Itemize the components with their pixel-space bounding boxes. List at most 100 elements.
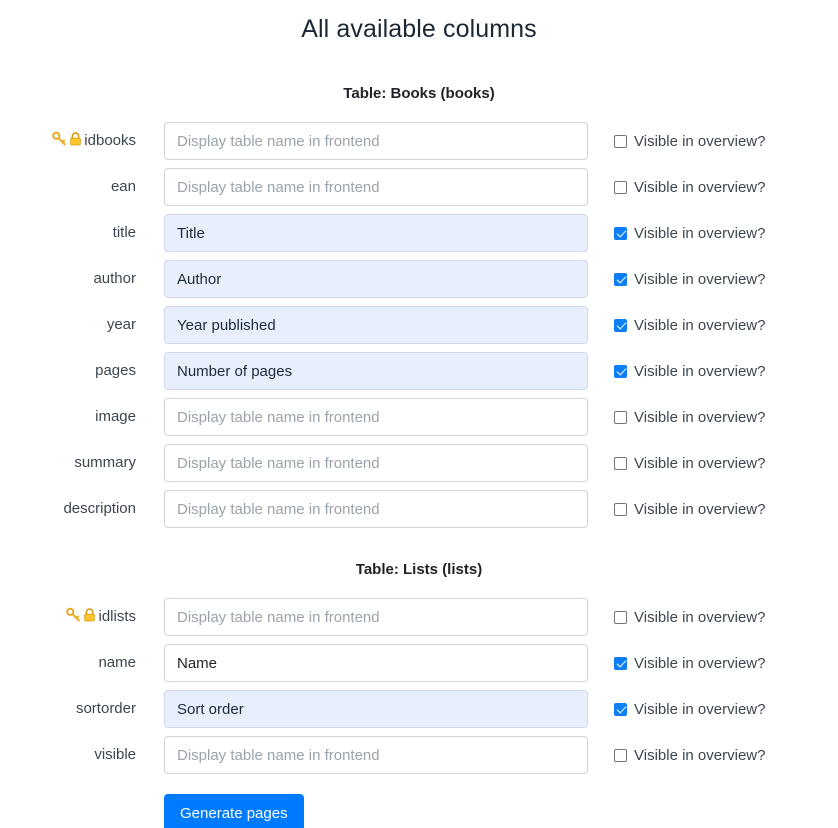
visible-checkbox[interactable] (614, 319, 627, 332)
column-row: pages Visible in overview? (0, 348, 838, 394)
column-name-text: ean (111, 178, 136, 196)
key-icon (65, 606, 82, 628)
column-name-text: description (63, 500, 136, 518)
display-name-field-wrapper (142, 398, 588, 436)
display-name-input-image[interactable] (164, 398, 588, 436)
visible-checkbox[interactable] (614, 657, 627, 670)
visible-in-overview-toggle-year[interactable]: Visible in overview? (588, 317, 838, 334)
display-name-input-year[interactable] (164, 306, 588, 344)
all-available-columns-page: All available columns Table: Books (book… (0, 0, 838, 828)
column-row: author Visible in overview? (0, 256, 838, 302)
display-name-input-visible[interactable] (164, 736, 588, 774)
visible-checkbox-label: Visible in overview? (634, 747, 765, 764)
visible-checkbox-label: Visible in overview? (634, 363, 765, 380)
column-label-image: image (0, 408, 142, 426)
column-label-author: author (0, 270, 142, 288)
visible-checkbox[interactable] (614, 227, 627, 240)
column-label-ean: ean (0, 178, 142, 196)
column-row: idbooks Visible in overview? (0, 118, 838, 164)
display-name-field-wrapper (142, 352, 588, 390)
column-name-text: visible (94, 746, 136, 764)
column-label-idbooks: idbooks (0, 130, 142, 152)
primary-key-icons (51, 130, 83, 152)
display-name-field-wrapper (142, 490, 588, 528)
display-name-input-summary[interactable] (164, 444, 588, 482)
visible-checkbox[interactable] (614, 411, 627, 424)
lock-icon (68, 131, 83, 152)
display-name-input-ean[interactable] (164, 168, 588, 206)
visible-checkbox-label: Visible in overview? (634, 609, 765, 626)
visible-checkbox-label: Visible in overview? (634, 455, 765, 472)
visible-in-overview-toggle-title[interactable]: Visible in overview? (588, 225, 838, 242)
table-heading-lists: Table: Lists (lists) (0, 560, 838, 580)
display-name-input-idbooks[interactable] (164, 122, 588, 160)
visible-checkbox[interactable] (614, 365, 627, 378)
column-name-text: title (113, 224, 136, 242)
display-name-field-wrapper (142, 644, 588, 682)
column-row: name Visible in overview? (0, 640, 838, 686)
visible-in-overview-toggle-idlists[interactable]: Visible in overview? (588, 609, 838, 626)
column-row: idlists Visible in overview? (0, 594, 838, 640)
column-label-description: description (0, 500, 142, 518)
visible-in-overview-toggle-description[interactable]: Visible in overview? (588, 501, 838, 518)
page-title: All available columns (0, 12, 838, 46)
display-name-field-wrapper (142, 736, 588, 774)
column-label-pages: pages (0, 362, 142, 380)
column-name-text: summary (74, 454, 136, 472)
column-label-summary: summary (0, 454, 142, 472)
visible-checkbox[interactable] (614, 457, 627, 470)
visible-checkbox-label: Visible in overview? (634, 179, 765, 196)
display-name-input-title[interactable] (164, 214, 588, 252)
visible-checkbox[interactable] (614, 503, 627, 516)
visible-in-overview-toggle-sortorder[interactable]: Visible in overview? (588, 701, 838, 718)
key-icon (51, 130, 68, 152)
display-name-field-wrapper (142, 260, 588, 298)
column-label-title: title (0, 224, 142, 242)
display-name-input-sortorder[interactable] (164, 690, 588, 728)
column-rows-books: idbooks Visible in overview? ean Visible in… (0, 118, 838, 532)
display-name-input-idlists[interactable] (164, 598, 588, 636)
visible-in-overview-toggle-image[interactable]: Visible in overview? (588, 409, 838, 426)
generate-pages-button[interactable]: Generate pages (164, 794, 304, 828)
column-name-text: idlists (98, 608, 136, 626)
primary-key-icons (65, 606, 97, 628)
table-heading-books: Table: Books (books) (0, 84, 838, 104)
column-row: visible Visible in overview? (0, 732, 838, 778)
visible-checkbox-label: Visible in overview? (634, 225, 765, 242)
visible-checkbox-label: Visible in overview? (634, 655, 765, 672)
column-row: image Visible in overview? (0, 394, 838, 440)
visible-checkbox-label: Visible in overview? (634, 701, 765, 718)
column-label-name: name (0, 654, 142, 672)
display-name-field-wrapper (142, 214, 588, 252)
display-name-input-description[interactable] (164, 490, 588, 528)
visible-checkbox[interactable] (614, 135, 627, 148)
column-name-text: pages (95, 362, 136, 380)
visible-checkbox[interactable] (614, 273, 627, 286)
visible-checkbox[interactable] (614, 611, 627, 624)
column-row: sortorder Visible in overview? (0, 686, 838, 732)
visible-checkbox-label: Visible in overview? (634, 409, 765, 426)
visible-in-overview-toggle-visible[interactable]: Visible in overview? (588, 747, 838, 764)
display-name-input-pages[interactable] (164, 352, 588, 390)
visible-in-overview-toggle-name[interactable]: Visible in overview? (588, 655, 838, 672)
display-name-input-author[interactable] (164, 260, 588, 298)
display-name-field-wrapper (142, 690, 588, 728)
visible-in-overview-toggle-author[interactable]: Visible in overview? (588, 271, 838, 288)
visible-in-overview-toggle-summary[interactable]: Visible in overview? (588, 455, 838, 472)
visible-in-overview-toggle-ean[interactable]: Visible in overview? (588, 179, 838, 196)
visible-in-overview-toggle-pages[interactable]: Visible in overview? (588, 363, 838, 380)
column-row: summary Visible in overview? (0, 440, 838, 486)
display-name-input-name[interactable] (164, 644, 588, 682)
column-label-sortorder: sortorder (0, 700, 142, 718)
display-name-field-wrapper (142, 444, 588, 482)
visible-in-overview-toggle-idbooks[interactable]: Visible in overview? (588, 133, 838, 150)
column-name-text: idbooks (84, 132, 136, 150)
column-row: title Visible in overview? (0, 210, 838, 256)
display-name-field-wrapper (142, 306, 588, 344)
visible-checkbox[interactable] (614, 703, 627, 716)
visible-checkbox[interactable] (614, 181, 627, 194)
visible-checkbox[interactable] (614, 749, 627, 762)
display-name-field-wrapper (142, 122, 588, 160)
column-row: yearVisible in overview? (0, 302, 838, 348)
display-name-field-wrapper (142, 168, 588, 206)
